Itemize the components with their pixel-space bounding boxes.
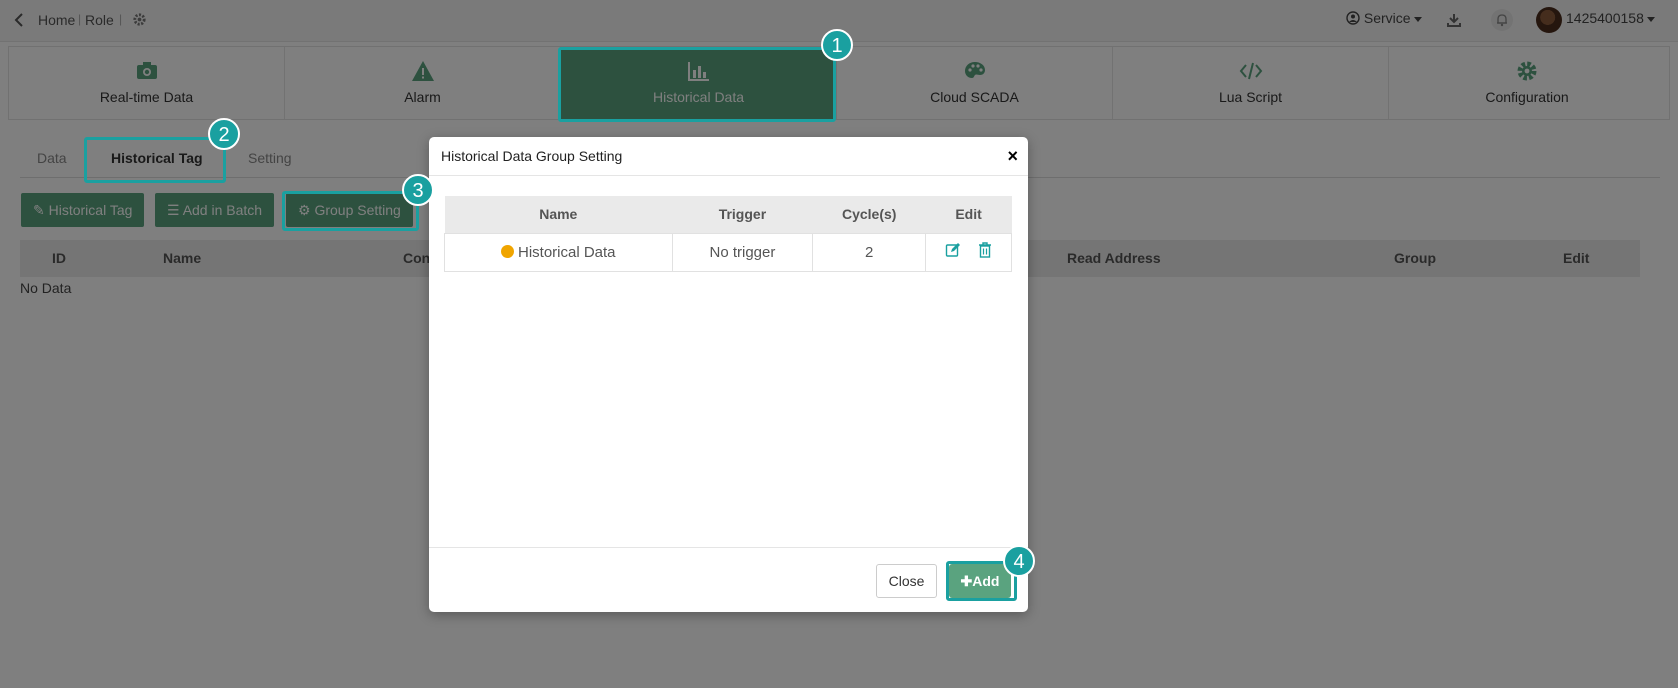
trash-icon[interactable] (978, 242, 992, 262)
step-badge: 3 (402, 174, 434, 206)
modal-header: Historical Data Group Setting × (429, 137, 1028, 176)
column-header: Edit (925, 196, 1012, 233)
highlight-frame (558, 47, 836, 122)
modal-footer: Close ✚Add (429, 547, 1028, 612)
modal-title: Historical Data Group Setting (441, 148, 623, 164)
cycle-cell: 2 (812, 232, 927, 272)
close-button[interactable]: Close (876, 564, 937, 598)
status-dot-icon (501, 244, 514, 258)
column-header: Name (444, 196, 673, 233)
trigger-cell: No trigger (671, 232, 814, 272)
table-row: Historical Data No trigger 2 (444, 232, 1012, 272)
step-badge: 1 (821, 29, 853, 61)
highlight-frame (282, 191, 419, 231)
step-badge: 4 (1003, 545, 1035, 577)
group-name: Historical Data (518, 243, 616, 261)
edit-cell (925, 232, 1012, 272)
column-header: Cycle(s) (812, 196, 926, 233)
group-name-cell: Historical Data (444, 232, 673, 272)
group-table: Name Trigger Cycle(s) Edit Historical Da… (444, 196, 1012, 272)
close-icon[interactable]: × (1007, 147, 1018, 165)
column-header: Trigger (672, 196, 813, 233)
step-badge: 2 (208, 118, 240, 150)
edit-icon[interactable] (945, 242, 961, 262)
group-setting-modal: Historical Data Group Setting × Name Tri… (429, 137, 1028, 612)
highlight-frame (84, 137, 226, 183)
